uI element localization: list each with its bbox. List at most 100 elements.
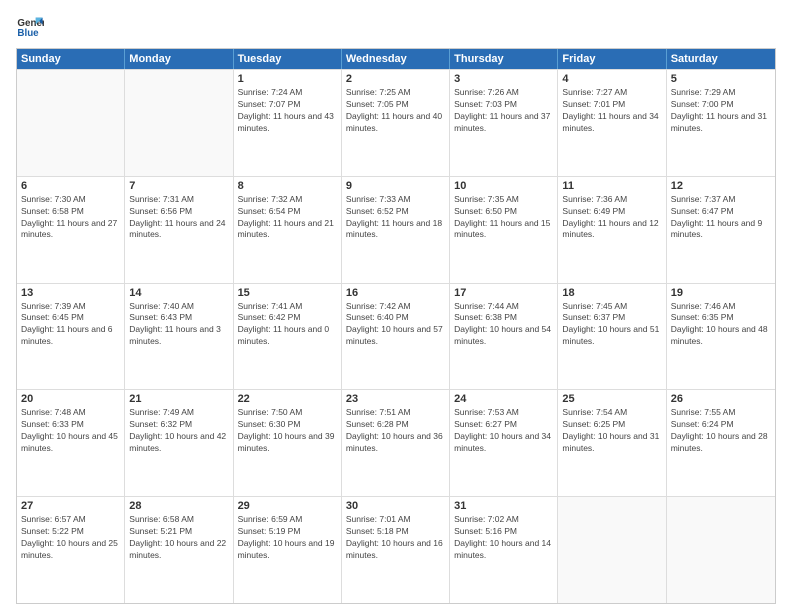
day-info: Sunrise: 7:33 AM Sunset: 6:52 PM Dayligh… bbox=[346, 194, 445, 242]
day-number: 16 bbox=[346, 287, 445, 299]
day-info: Sunrise: 7:51 AM Sunset: 6:28 PM Dayligh… bbox=[346, 407, 445, 455]
day-info: Sunrise: 6:59 AM Sunset: 5:19 PM Dayligh… bbox=[238, 514, 337, 562]
calendar-cell: 27 Sunrise: 6:57 AM Sunset: 5:22 PM Dayli… bbox=[17, 497, 125, 603]
day-info: Sunrise: 7:46 AM Sunset: 6:35 PM Dayligh… bbox=[671, 301, 771, 349]
day-info: Sunrise: 7:31 AM Sunset: 6:56 PM Dayligh… bbox=[129, 194, 228, 242]
day-info: Sunrise: 7:53 AM Sunset: 6:27 PM Dayligh… bbox=[454, 407, 553, 455]
calendar-cell: 11Sunrise: 7:36 AM Sunset: 6:49 PM Dayli… bbox=[558, 177, 666, 283]
day-number: 10 bbox=[454, 180, 553, 192]
day-number: 31 bbox=[454, 500, 553, 512]
day-number: 21 bbox=[129, 393, 228, 405]
calendar-cell: 16 Sunrise: 7:42 AM Sunset: 6:40 PM Dayli… bbox=[342, 284, 450, 390]
day-info: Sunrise: 6:58 AM Sunset: 5:21 PM Dayligh… bbox=[129, 514, 228, 562]
header-cell-wednesday: Wednesday bbox=[342, 49, 450, 69]
calendar-cell: 7Sunrise: 7:31 AM Sunset: 6:56 PM Daylig… bbox=[125, 177, 233, 283]
day-info: Sunrise: 7:45 AM Sunset: 6:37 PM Dayligh… bbox=[562, 301, 661, 349]
day-number: 19 bbox=[671, 287, 771, 299]
day-info: Sunrise: 7:35 AM Sunset: 6:50 PM Dayligh… bbox=[454, 194, 553, 242]
day-info: Sunrise: 7:36 AM Sunset: 6:49 PM Dayligh… bbox=[562, 194, 661, 242]
day-info: Sunrise: 7:48 AM Sunset: 6:33 PM Dayligh… bbox=[21, 407, 120, 455]
calendar-cell: 10 Sunrise: 7:35 AM Sunset: 6:50 PM Dayli… bbox=[450, 177, 558, 283]
day-number: 26 bbox=[671, 393, 771, 405]
day-info: Sunrise: 7:24 AM Sunset: 7:07 PM Dayligh… bbox=[238, 87, 337, 135]
calendar-cell: 31 Sunrise: 7:02 AM Sunset: 5:16 PM Dayli… bbox=[450, 497, 558, 603]
day-number: 8 bbox=[238, 180, 337, 192]
calendar-cell bbox=[125, 70, 233, 176]
calendar-row-5: 27 Sunrise: 6:57 AM Sunset: 5:22 PM Dayli… bbox=[17, 496, 775, 603]
calendar-cell: 26 Sunrise: 7:55 AM Sunset: 6:24 PM Dayli… bbox=[667, 390, 775, 496]
day-number: 18 bbox=[562, 287, 661, 299]
day-info: Sunrise: 7:44 AM Sunset: 6:38 PM Dayligh… bbox=[454, 301, 553, 349]
day-number: 13 bbox=[21, 287, 120, 299]
calendar-cell: 23 Sunrise: 7:51 AM Sunset: 6:28 PM Dayli… bbox=[342, 390, 450, 496]
day-number: 28 bbox=[129, 500, 228, 512]
day-info: Sunrise: 7:02 AM Sunset: 5:16 PM Dayligh… bbox=[454, 514, 553, 562]
calendar-cell: 12 Sunrise: 7:37 AM Sunset: 6:47 PM Dayli… bbox=[667, 177, 775, 283]
day-number: 4 bbox=[562, 73, 661, 85]
day-info: Sunrise: 7:27 AM Sunset: 7:01 PM Dayligh… bbox=[562, 87, 661, 135]
header-cell-saturday: Saturday bbox=[667, 49, 775, 69]
day-number: 3 bbox=[454, 73, 553, 85]
calendar-cell: 29 Sunrise: 6:59 AM Sunset: 5:19 PM Dayli… bbox=[234, 497, 342, 603]
calendar-cell: 2 Sunrise: 7:25 AM Sunset: 7:05 PM Daylig… bbox=[342, 70, 450, 176]
calendar-header: SundayMondayTuesdayWednesdayThursdayFrid… bbox=[17, 49, 775, 69]
calendar-cell: 9 Sunrise: 7:33 AM Sunset: 6:52 PM Daylig… bbox=[342, 177, 450, 283]
day-info: Sunrise: 7:32 AM Sunset: 6:54 PM Dayligh… bbox=[238, 194, 337, 242]
day-number: 9 bbox=[346, 180, 445, 192]
calendar-body: 1 Sunrise: 7:24 AM Sunset: 7:07 PM Daylig… bbox=[17, 69, 775, 603]
header-cell-tuesday: Tuesday bbox=[234, 49, 342, 69]
calendar-cell: 30 Sunrise: 7:01 AM Sunset: 5:18 PM Dayli… bbox=[342, 497, 450, 603]
day-number: 6 bbox=[21, 180, 120, 192]
calendar-cell: 15 Sunrise: 7:41 AM Sunset: 6:42 PM Dayli… bbox=[234, 284, 342, 390]
day-info: Sunrise: 7:25 AM Sunset: 7:05 PM Dayligh… bbox=[346, 87, 445, 135]
calendar: SundayMondayTuesdayWednesdayThursdayFrid… bbox=[16, 48, 776, 604]
calendar-cell: 25Sunrise: 7:54 AM Sunset: 6:25 PM Dayli… bbox=[558, 390, 666, 496]
day-info: Sunrise: 6:57 AM Sunset: 5:22 PM Dayligh… bbox=[21, 514, 120, 562]
calendar-cell: 14Sunrise: 7:40 AM Sunset: 6:43 PM Dayli… bbox=[125, 284, 233, 390]
calendar-cell bbox=[17, 70, 125, 176]
calendar-row-2: 6Sunrise: 7:30 AM Sunset: 6:58 PM Daylig… bbox=[17, 176, 775, 283]
day-number: 2 bbox=[346, 73, 445, 85]
day-info: Sunrise: 7:41 AM Sunset: 6:42 PM Dayligh… bbox=[238, 301, 337, 349]
calendar-cell: 24Sunrise: 7:53 AM Sunset: 6:27 PM Dayli… bbox=[450, 390, 558, 496]
svg-text:Blue: Blue bbox=[17, 28, 39, 39]
general-blue-logo: General Blue bbox=[16, 12, 44, 40]
header-cell-thursday: Thursday bbox=[450, 49, 558, 69]
calendar-row-3: 13 Sunrise: 7:39 AM Sunset: 6:45 PM Dayli… bbox=[17, 283, 775, 390]
day-number: 14 bbox=[129, 287, 228, 299]
day-number: 27 bbox=[21, 500, 120, 512]
calendar-row-1: 1 Sunrise: 7:24 AM Sunset: 7:07 PM Daylig… bbox=[17, 69, 775, 176]
calendar-cell: 5Sunrise: 7:29 AM Sunset: 7:00 PM Daylig… bbox=[667, 70, 775, 176]
day-number: 12 bbox=[671, 180, 771, 192]
day-number: 22 bbox=[238, 393, 337, 405]
day-number: 1 bbox=[238, 73, 337, 85]
calendar-cell: 13 Sunrise: 7:39 AM Sunset: 6:45 PM Dayli… bbox=[17, 284, 125, 390]
day-number: 29 bbox=[238, 500, 337, 512]
calendar-cell: 19 Sunrise: 7:46 AM Sunset: 6:35 PM Dayli… bbox=[667, 284, 775, 390]
day-number: 30 bbox=[346, 500, 445, 512]
day-number: 23 bbox=[346, 393, 445, 405]
day-number: 15 bbox=[238, 287, 337, 299]
calendar-row-4: 20Sunrise: 7:48 AM Sunset: 6:33 PM Dayli… bbox=[17, 389, 775, 496]
day-info: Sunrise: 7:55 AM Sunset: 6:24 PM Dayligh… bbox=[671, 407, 771, 455]
header-cell-sunday: Sunday bbox=[17, 49, 125, 69]
calendar-cell: 8 Sunrise: 7:32 AM Sunset: 6:54 PM Daylig… bbox=[234, 177, 342, 283]
day-info: Sunrise: 7:42 AM Sunset: 6:40 PM Dayligh… bbox=[346, 301, 445, 349]
calendar-cell: 4 Sunrise: 7:27 AM Sunset: 7:01 PM Daylig… bbox=[558, 70, 666, 176]
day-info: Sunrise: 7:50 AM Sunset: 6:30 PM Dayligh… bbox=[238, 407, 337, 455]
calendar-cell: 22 Sunrise: 7:50 AM Sunset: 6:30 PM Dayli… bbox=[234, 390, 342, 496]
calendar-cell bbox=[558, 497, 666, 603]
day-info: Sunrise: 7:39 AM Sunset: 6:45 PM Dayligh… bbox=[21, 301, 120, 349]
calendar-cell: 21Sunrise: 7:49 AM Sunset: 6:32 PM Dayli… bbox=[125, 390, 233, 496]
calendar-cell: 28 Sunrise: 6:58 AM Sunset: 5:21 PM Dayli… bbox=[125, 497, 233, 603]
calendar-cell: 3Sunrise: 7:26 AM Sunset: 7:03 PM Daylig… bbox=[450, 70, 558, 176]
day-info: Sunrise: 7:37 AM Sunset: 6:47 PM Dayligh… bbox=[671, 194, 771, 242]
calendar-cell: 18 Sunrise: 7:45 AM Sunset: 6:37 PM Dayli… bbox=[558, 284, 666, 390]
day-number: 17 bbox=[454, 287, 553, 299]
header-cell-friday: Friday bbox=[558, 49, 666, 69]
day-info: Sunrise: 7:01 AM Sunset: 5:18 PM Dayligh… bbox=[346, 514, 445, 562]
calendar-cell: 17 Sunrise: 7:44 AM Sunset: 6:38 PM Dayli… bbox=[450, 284, 558, 390]
day-number: 25 bbox=[562, 393, 661, 405]
day-info: Sunrise: 7:29 AM Sunset: 7:00 PM Dayligh… bbox=[671, 87, 771, 135]
calendar-cell: 20Sunrise: 7:48 AM Sunset: 6:33 PM Dayli… bbox=[17, 390, 125, 496]
